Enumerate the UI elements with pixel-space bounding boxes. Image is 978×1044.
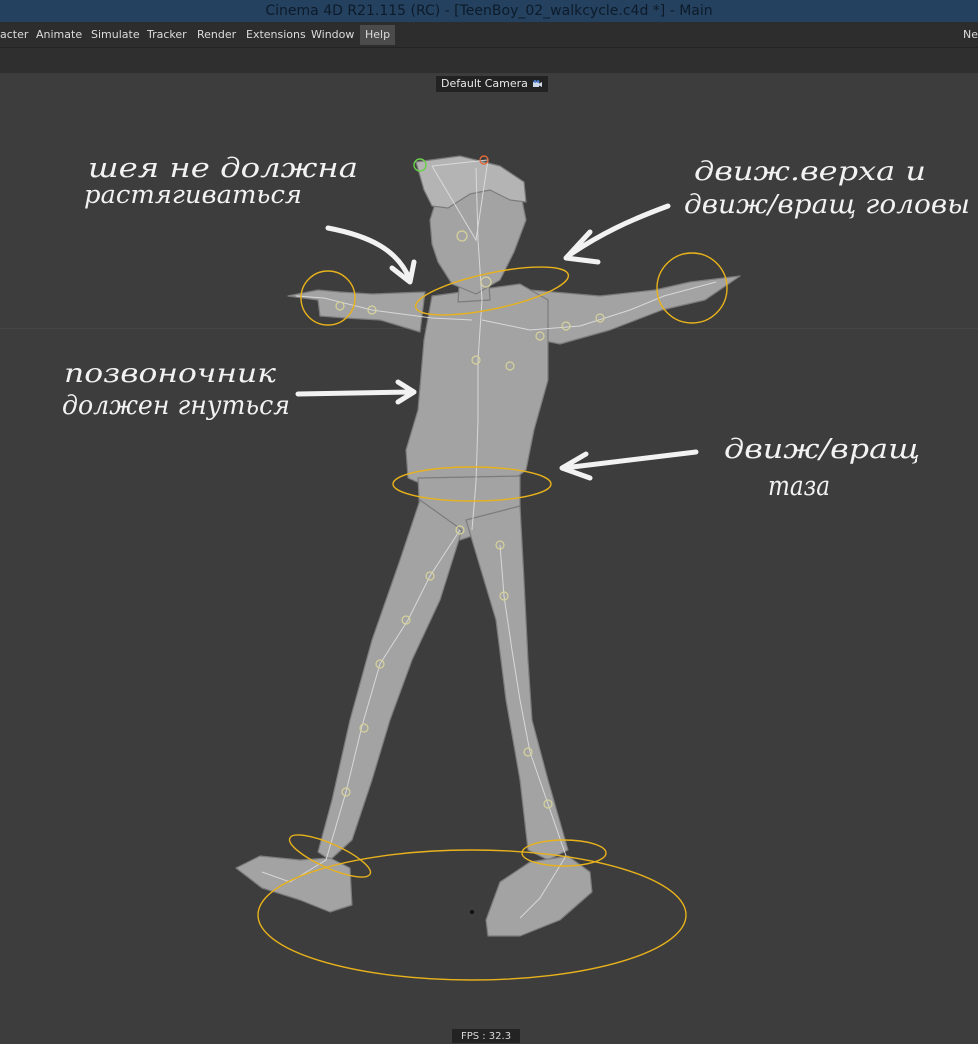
note-spine-line2: должен гнуться <box>62 391 290 421</box>
arrow-spine <box>295 379 417 405</box>
right-shoe <box>485 855 593 937</box>
camera-label[interactable]: Default Camera <box>436 76 549 92</box>
note-pelvis-line1: движ/вращ <box>724 434 920 465</box>
note-neck-line2: растягиваться <box>84 180 302 209</box>
menu-item-tracker[interactable]: Tracker <box>142 25 192 45</box>
menu-bar: acter Animate Simulate Tracker Render Ex… <box>0 22 978 47</box>
fps-counter: FPS : 32.3 <box>452 1029 520 1043</box>
menu-item-window[interactable]: Window <box>306 25 359 45</box>
menu-item-animate[interactable]: Animate <box>31 25 87 45</box>
menu-item-character[interactable]: acter <box>0 25 33 45</box>
menu-item-truncated-right[interactable]: Ne <box>963 25 978 45</box>
left-leg <box>317 499 463 861</box>
menu-item-help[interactable]: Help <box>360 25 396 45</box>
left-arm <box>287 289 426 333</box>
window-title: Cinema 4D R21.115 (RC) - [TeenBoy_02_wal… <box>0 0 978 22</box>
menu-item-simulate[interactable]: Simulate <box>86 25 145 45</box>
note-spine-line1: позвоночник <box>64 359 277 389</box>
left-shoe <box>235 855 353 913</box>
arrow-pelvis <box>559 449 699 481</box>
menu-item-extensions[interactable]: Extensions <box>241 25 311 45</box>
3d-viewport[interactable]: шея не должна растягиваться движ.верха и… <box>0 73 978 1043</box>
right-arm <box>529 275 741 345</box>
world-origin-dot <box>470 910 474 914</box>
menu-item-render[interactable]: Render <box>192 25 241 45</box>
note-upper-line2: движ/вращ головы <box>684 190 970 220</box>
note-upper-line1: движ.верха и <box>694 157 926 187</box>
camera-name: Default Camera <box>441 77 528 90</box>
toolbar <box>0 47 978 74</box>
arrow-upper <box>563 203 671 265</box>
note-pelvis-line2: таза <box>768 471 830 502</box>
camera-icon <box>533 80 543 87</box>
viewport-scene[interactable]: шея не должна растягиваться движ.верха и… <box>0 73 978 1043</box>
